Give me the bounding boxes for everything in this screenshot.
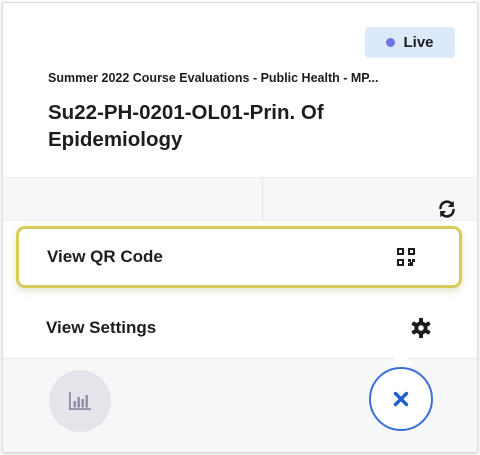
close-menu-button[interactable] — [369, 367, 433, 431]
live-label: Live — [403, 34, 434, 51]
refresh-icon[interactable] — [437, 199, 457, 219]
course-title: Su22-PH-0201-OL01-Prin. Of Epidemiology — [48, 101, 324, 151]
view-qr-code-item[interactable]: View QR Code — [16, 226, 462, 288]
survey-subtitle: Summer 2022 Course Evaluations - Public … — [48, 71, 379, 85]
live-dot-icon — [386, 38, 396, 47]
view-qr-code-label: View QR Code — [47, 247, 163, 266]
toolbar-strip — [3, 177, 477, 221]
course-card: Live Summer 2022 Course Evaluations - Pu… — [2, 2, 478, 453]
view-settings-item[interactable]: View Settings — [3, 299, 477, 357]
gear-icon — [411, 317, 431, 339]
live-status-badge: Live — [365, 27, 455, 58]
view-settings-label: View Settings — [46, 318, 157, 337]
bar-chart-icon — [69, 392, 91, 410]
strip-divider — [262, 178, 263, 220]
stats-button[interactable] — [49, 370, 111, 432]
close-icon — [393, 391, 409, 407]
qr-code-icon — [397, 248, 415, 266]
